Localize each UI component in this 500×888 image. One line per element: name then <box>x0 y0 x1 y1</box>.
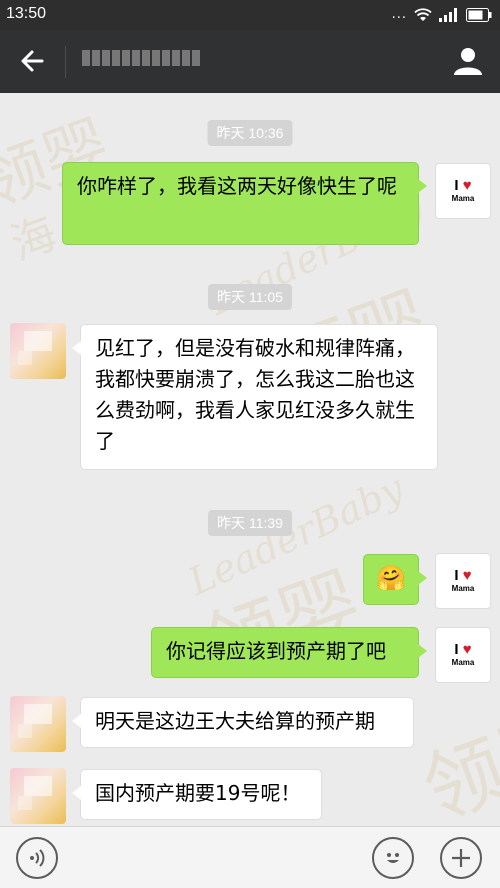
nav-bar <box>0 30 500 93</box>
emoji-icon <box>387 853 399 863</box>
message-text: 你咋样了，我看这两天好像快生了呢 <box>77 174 397 198</box>
status-bar: 13:50 ... <box>0 0 500 30</box>
avatar-love-text: I ♥ <box>454 567 472 584</box>
profile-button[interactable] <box>450 43 486 79</box>
message-bubble-received[interactable]: 明天是这边王大夫给算的预产期 <box>72 697 414 748</box>
message-text: 见红了，但是没有破水和规律阵痛，我都快要崩溃了，怎么我这二胎也这么费劲啊，我看人… <box>95 336 415 453</box>
contact-avatar[interactable] <box>10 696 66 752</box>
avatar-love-text: I ♥ <box>454 641 472 658</box>
watermark: 领婴 <box>185 539 375 703</box>
message-bubble-received[interactable]: 国内预产期要19号呢！ <box>72 769 322 820</box>
timestamp: 昨天 10:36 <box>207 120 293 146</box>
battery-icon <box>466 8 492 22</box>
back-button[interactable] <box>14 43 54 79</box>
avatar-mama-text: Mama <box>451 194 475 203</box>
voice-icon <box>30 849 45 867</box>
message-bubble-received[interactable]: 见红了，但是没有破水和规律阵痛，我都快要崩溃了，怎么我这二胎也这么费劲啊，我看人… <box>72 324 438 470</box>
watermark: 领婴 <box>411 696 500 826</box>
heart-icon: ♥ <box>462 641 472 658</box>
back-arrow-icon <box>21 50 44 72</box>
wifi-icon <box>414 8 432 21</box>
contact-avatar[interactable] <box>10 323 66 379</box>
contact-name-redacted <box>82 50 200 72</box>
message-text: 你记得应该到预产期了吧 <box>166 639 386 663</box>
message-bubble-sent[interactable]: 🤗 <box>363 554 427 605</box>
plus-icon <box>452 849 470 867</box>
heart-icon: ♥ <box>462 567 472 584</box>
status-dots: ... <box>391 7 407 22</box>
heart-icon: ♥ <box>462 177 472 194</box>
timestamp: 昨天 11:39 <box>208 510 292 536</box>
my-avatar[interactable]: I ♥ Mama <box>435 553 491 609</box>
avatar-mama-text: Mama <box>451 658 475 667</box>
timestamp: 昨天 11:05 <box>208 284 292 310</box>
hug-emoji-icon: 🤗 <box>376 564 406 592</box>
my-avatar[interactable]: I ♥ Mama <box>435 163 491 219</box>
contact-avatar[interactable] <box>10 768 66 824</box>
message-bubble-sent[interactable]: 你咋样了，我看这两天好像快生了呢 <box>62 162 427 245</box>
profile-icon <box>454 48 482 75</box>
signal-icon <box>439 8 457 22</box>
status-time: 13:50 <box>6 5 47 22</box>
message-text: 国内预产期要19号呢！ <box>95 781 301 805</box>
chat-area[interactable]: 领婴 LeaderBaby 领婴 LeaderBaby 领婴 领婴 海 产 昨天… <box>0 93 500 826</box>
status-icons: ... <box>392 7 492 23</box>
input-bar <box>0 826 500 888</box>
emoji-button[interactable] <box>372 837 414 879</box>
message-bubble-sent[interactable]: 你记得应该到预产期了吧 <box>151 627 427 678</box>
avatar-love-text: I ♥ <box>454 177 472 194</box>
more-button[interactable] <box>440 837 482 879</box>
avatar-mama-text: Mama <box>451 584 475 593</box>
watermark: 海 <box>4 207 63 271</box>
nav-divider <box>65 46 66 78</box>
voice-button[interactable] <box>16 837 58 879</box>
my-avatar[interactable]: I ♥ Mama <box>435 627 491 683</box>
message-text: 明天是这边王大夫给算的预产期 <box>95 709 375 733</box>
